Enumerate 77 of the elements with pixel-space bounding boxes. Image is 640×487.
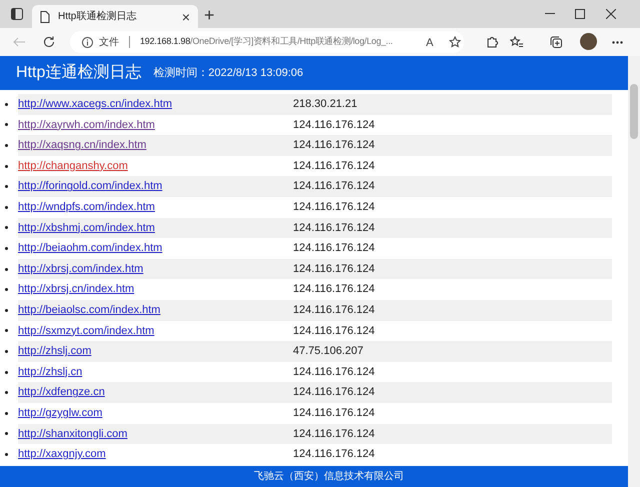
bullet-icon [5, 268, 8, 271]
new-tab-button[interactable]: + [204, 6, 215, 24]
url-link[interactable]: http://shanxitongli.com [18, 426, 293, 442]
bullet-icon [5, 391, 8, 394]
ip-address: 124.116.176.124 [293, 447, 375, 462]
ip-address: 124.116.176.124 [293, 324, 375, 339]
url-link[interactable]: http://wndpfs.com/index.htm [18, 199, 293, 216]
bullet-icon [5, 329, 8, 332]
ip-address: 124.116.176.124 [293, 118, 375, 133]
read-aloud-button[interactable]: A [426, 35, 434, 52]
bullet-icon [5, 102, 8, 106]
bullet-icon [5, 412, 8, 415]
url-link[interactable]: http://xbshmj.com/index.htm [18, 220, 293, 236]
favorites-icon[interactable] [510, 36, 523, 48]
ip-address: 124.116.176.124 [293, 200, 375, 216]
ip-address: 218.30.21.21 [293, 97, 358, 112]
url-link[interactable]: http://sxmzyt.com/index.htm [18, 322, 293, 340]
url-link[interactable]: http://beiaolsc.com/index.htm [18, 302, 293, 318]
ip-address: 47.75.106.207 [293, 344, 364, 360]
extensions-icon[interactable] [486, 36, 498, 48]
ip-address: 124.116.176.124 [293, 138, 375, 154]
url-link[interactable]: http://xbrsj.com/index.htm [18, 260, 293, 278]
bullet-icon [5, 350, 8, 353]
profile-avatar-icon[interactable] [580, 33, 597, 50]
ip-address: 124.116.176.124 [293, 426, 375, 442]
url-link[interactable]: http://beiaohm.com/index.htm [18, 240, 293, 257]
check-time: 检测时间：2022/8/13 13:09:06 [153, 66, 304, 81]
bullet-icon [5, 246, 8, 250]
minimize-icon[interactable] [545, 13, 555, 15]
ip-address: 124.116.176.124 [293, 241, 375, 256]
tab-title: Http联通检测日志 [58, 10, 138, 24]
bullet-icon [5, 226, 8, 230]
maximize-icon[interactable] [575, 9, 585, 19]
url-link[interactable]: http://changanshy.com [18, 158, 293, 174]
url-link[interactable]: http://xayrwh.com/index.htm [18, 116, 293, 134]
url-link[interactable]: http://xaqsng.cn/index.htm [18, 137, 293, 154]
bullet-icon [5, 144, 8, 147]
url-link[interactable]: http://foringold.com/index.htm [18, 178, 293, 195]
ip-address: 124.116.176.124 [293, 385, 375, 400]
ip-address: 124.116.176.124 [293, 262, 375, 277]
tab-actions-icon[interactable] [11, 8, 23, 20]
ip-address: 124.116.176.124 [293, 220, 375, 236]
close-tab-button[interactable]: × [182, 10, 190, 24]
add-favorite-icon[interactable] [449, 36, 462, 49]
bullet-icon [5, 432, 8, 436]
url-text: 192.168.1.98/OneDrive/[学习]资料和工具/Http联通检测/log/Log_... [140, 35, 393, 48]
bullet-icon [5, 206, 8, 209]
bullet-icon [5, 370, 8, 374]
ip-address: 124.116.176.124 [293, 364, 375, 380]
ip-address: 124.116.176.124 [293, 179, 375, 194]
ip-address: 124.116.176.124 [293, 302, 375, 318]
url-link[interactable]: http://xbrsj.cn/index.htm [18, 281, 293, 298]
refresh-icon[interactable] [43, 36, 55, 48]
url-link[interactable]: http://zhslj.com [18, 343, 293, 360]
url-link[interactable]: http://xdfengze.cn [18, 384, 293, 401]
bullet-icon [5, 185, 8, 188]
footer-text: 飞驰云（西安）信息技术有限公司 [254, 470, 404, 484]
ip-address: 124.116.176.124 [293, 282, 375, 298]
bullet-icon [5, 123, 8, 126]
bullet-icon [5, 164, 8, 168]
close-icon[interactable] [606, 9, 616, 19]
page-icon [40, 10, 50, 22]
url-link[interactable]: http://xaxgnjy.com [18, 446, 293, 463]
page-title: Http连通检测日志 [16, 62, 142, 83]
ip-address: 124.116.176.124 [293, 158, 375, 174]
bullet-icon [5, 452, 8, 456]
url-link[interactable]: http://zhslj.cn [18, 364, 293, 380]
bullet-icon [5, 288, 8, 292]
ip-address: 124.116.176.124 [293, 406, 375, 421]
collections-icon[interactable] [550, 36, 562, 48]
bullet-icon [5, 308, 8, 312]
more-icon[interactable] [612, 41, 623, 44]
browser-tab[interactable]: Http联通检测日志 × [32, 5, 198, 28]
info-icon [82, 36, 93, 48]
url-link[interactable]: http://gzyglw.com [18, 404, 293, 422]
url-link[interactable]: http://www.xacegs.cn/index.htm [18, 96, 293, 113]
address-label: 文件 [99, 36, 119, 50]
